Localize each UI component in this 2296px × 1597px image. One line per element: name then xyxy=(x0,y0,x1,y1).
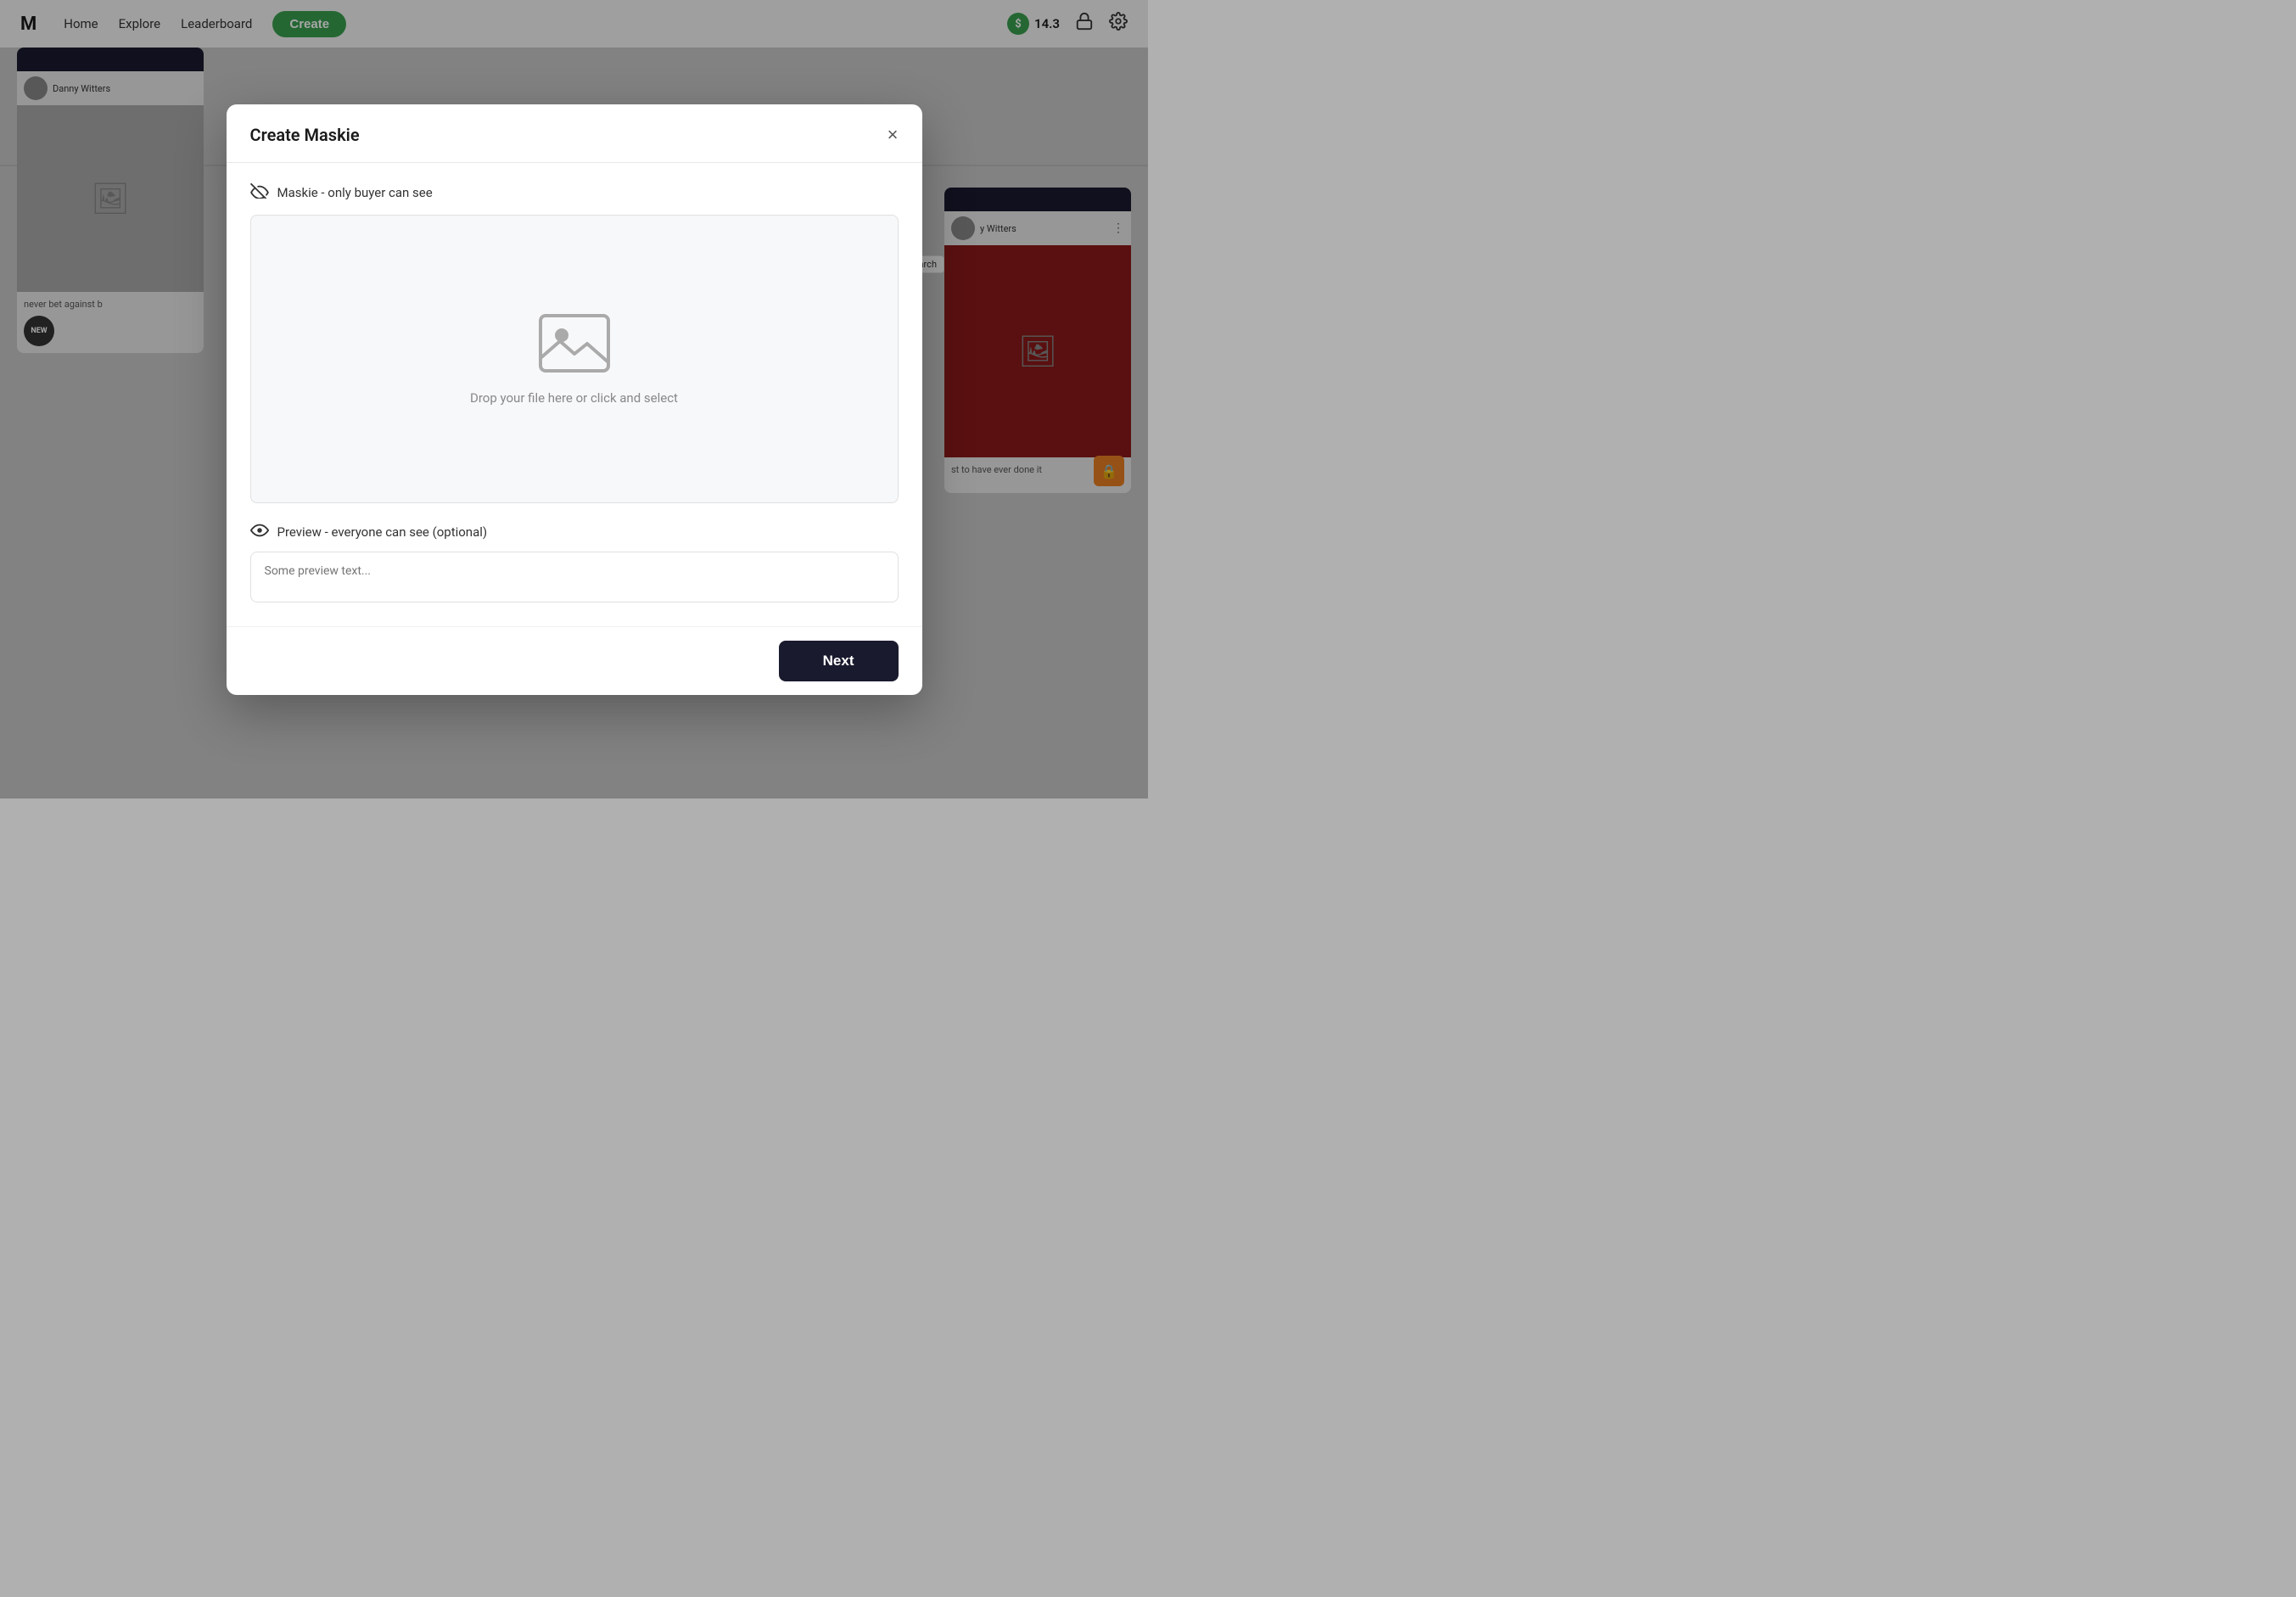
modal-body: Maskie - only buyer can see Drop your fi… xyxy=(227,163,922,626)
modal-close-button[interactable]: × xyxy=(888,126,899,144)
image-upload-icon xyxy=(536,311,613,378)
create-maskie-modal: Create Maskie × Maskie - only buyer can … xyxy=(227,104,922,695)
preview-section-label: Preview - everyone can see (optional) xyxy=(250,524,899,541)
next-button[interactable]: Next xyxy=(779,641,899,681)
file-drop-zone[interactable]: Drop your file here or click and select xyxy=(250,215,899,503)
modal-footer: Next xyxy=(227,626,922,695)
drop-zone-text: Drop your file here or click and select xyxy=(470,390,678,406)
eye-hidden-icon xyxy=(250,183,269,203)
maskie-label-text: Maskie - only buyer can see xyxy=(277,185,433,200)
maskie-section-label: Maskie - only buyer can see xyxy=(250,183,899,203)
preview-label-text: Preview - everyone can see (optional) xyxy=(277,524,488,540)
modal-title: Create Maskie xyxy=(250,125,360,145)
eye-visible-icon xyxy=(250,524,269,541)
modal-header: Create Maskie × xyxy=(227,104,922,163)
modal-overlay: Create Maskie × Maskie - only buyer can … xyxy=(0,0,1148,798)
preview-textarea[interactable] xyxy=(250,552,899,602)
